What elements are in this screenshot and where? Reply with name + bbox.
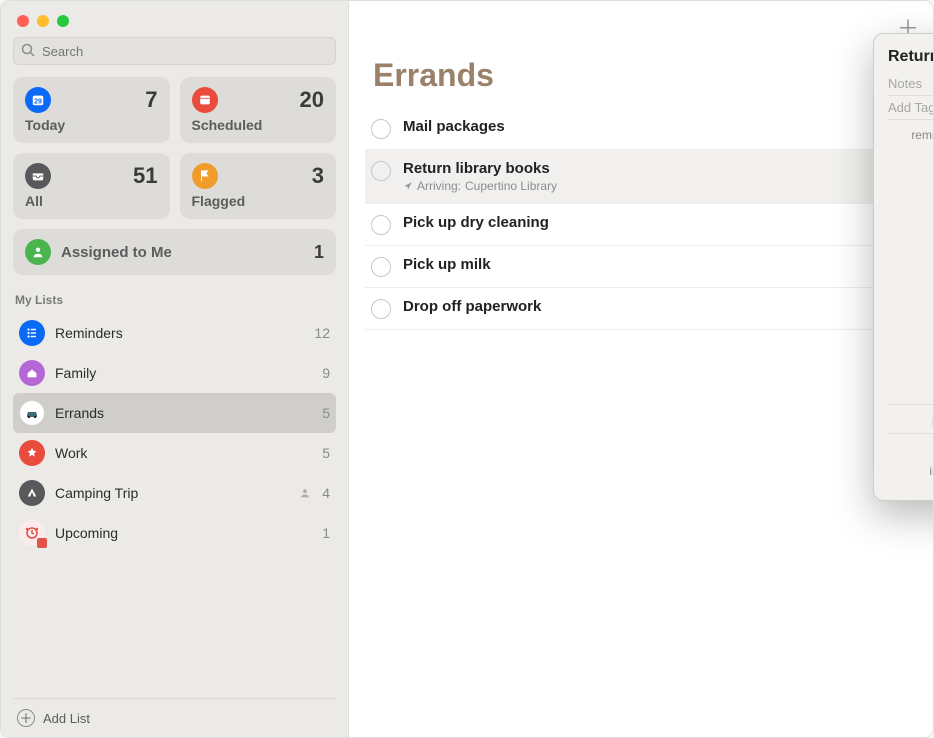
remind-me-label: remind me bbox=[888, 126, 934, 142]
list-bullet-icon bbox=[19, 320, 45, 346]
reminder-detail-popover: Return library books Notes Add Tags remi… bbox=[873, 33, 934, 501]
main-panel: ＋ Errands 5 Mail packages Return library… bbox=[349, 1, 933, 737]
search-field bbox=[13, 37, 336, 65]
notes-field[interactable]: Notes bbox=[888, 72, 934, 95]
list-name: Upcoming bbox=[55, 525, 312, 541]
card-count: 3 bbox=[312, 163, 324, 189]
inbox-icon bbox=[25, 163, 51, 189]
list-count: 12 bbox=[314, 325, 330, 341]
my-lists-header: My Lists bbox=[15, 293, 334, 307]
close-window-button[interactable] bbox=[17, 15, 29, 27]
svg-text:29: 29 bbox=[34, 99, 42, 106]
reminder-title: Return library books bbox=[403, 160, 557, 177]
list-count: 5 bbox=[322, 405, 330, 421]
popover-title[interactable]: Return library books bbox=[888, 48, 934, 66]
add-list-label: Add List bbox=[43, 711, 90, 726]
clock-icon bbox=[19, 520, 45, 546]
reminders-list: Mail packages Return library books Arriv… bbox=[349, 104, 933, 334]
add-list-button[interactable]: ＋ Add List bbox=[13, 698, 336, 737]
lists-container: Reminders 12 Family 9 Errands 5 bbox=[13, 313, 336, 553]
complete-checkbox[interactable] bbox=[371, 161, 391, 181]
card-today[interactable]: 29 7 Today bbox=[13, 77, 170, 143]
fullscreen-window-button[interactable] bbox=[57, 15, 69, 27]
tent-icon bbox=[19, 480, 45, 506]
flag-icon bbox=[192, 163, 218, 189]
list-row-work[interactable]: Work 5 bbox=[13, 433, 336, 473]
list-name: Work bbox=[55, 445, 312, 461]
card-label: All bbox=[25, 193, 158, 209]
list-name: Reminders bbox=[55, 325, 304, 341]
reminder-row[interactable]: Return library books Arriving: Cupertino… bbox=[365, 150, 917, 204]
list-name: Errands bbox=[55, 405, 312, 421]
main-toolbar: ＋ bbox=[349, 1, 933, 53]
card-count: 51 bbox=[133, 163, 157, 189]
person-icon bbox=[25, 239, 51, 265]
card-assigned[interactable]: Assigned to Me 1 bbox=[13, 229, 336, 275]
list-row-camping-trip[interactable]: Camping Trip 4 bbox=[13, 473, 336, 513]
list-row-upcoming[interactable]: Upcoming 1 bbox=[13, 513, 336, 553]
reminder-row[interactable]: Pick up milk bbox=[365, 246, 917, 288]
images-label: images bbox=[888, 462, 934, 478]
car-icon bbox=[19, 400, 45, 426]
list-title: Errands bbox=[373, 57, 494, 94]
list-name: Camping Trip bbox=[55, 485, 288, 501]
reminder-title: Pick up dry cleaning bbox=[403, 214, 549, 231]
app-window: 29 7 Today 20 Scheduled bbox=[0, 0, 934, 738]
home-icon bbox=[19, 360, 45, 386]
star-icon bbox=[19, 440, 45, 466]
card-count: 1 bbox=[314, 242, 324, 263]
title-row: Errands 5 bbox=[349, 53, 933, 104]
search-input[interactable] bbox=[13, 37, 336, 65]
reminder-row[interactable]: Pick up dry cleaning bbox=[365, 204, 917, 246]
list-count: 5 bbox=[322, 445, 330, 461]
tags-field[interactable]: Add Tags bbox=[888, 96, 934, 119]
list-row-errands[interactable]: Errands 5 bbox=[13, 393, 336, 433]
location-arrow-icon bbox=[403, 181, 413, 191]
reminder-title: Drop off paperwork bbox=[403, 298, 541, 315]
window-controls bbox=[13, 11, 336, 37]
sidebar: 29 7 Today 20 Scheduled bbox=[1, 1, 349, 737]
reminder-subtitle: Arriving: Cupertino Library bbox=[403, 179, 557, 193]
list-row-reminders[interactable]: Reminders 12 bbox=[13, 313, 336, 353]
sub-prefix: Arriving: bbox=[417, 179, 461, 193]
plus-circle-icon: ＋ bbox=[17, 709, 35, 727]
card-count: 7 bbox=[145, 87, 157, 113]
priority-label: priority bbox=[888, 411, 934, 427]
sub-value: Cupertino Library bbox=[465, 179, 557, 193]
calendar-icon bbox=[192, 87, 218, 113]
card-label: Today bbox=[25, 117, 158, 133]
reminder-row[interactable]: Mail packages bbox=[365, 108, 917, 150]
reminder-title: Pick up milk bbox=[403, 256, 491, 273]
list-name: Family bbox=[55, 365, 312, 381]
complete-checkbox[interactable] bbox=[371, 299, 391, 319]
smart-list-cards: 29 7 Today 20 Scheduled bbox=[13, 77, 336, 275]
list-count: 9 bbox=[322, 365, 330, 381]
card-flagged[interactable]: 3 Flagged bbox=[180, 153, 337, 219]
card-label: Flagged bbox=[192, 193, 325, 209]
reminder-row[interactable]: Drop off paperwork bbox=[365, 288, 917, 330]
card-count: 20 bbox=[300, 87, 324, 113]
card-label: Scheduled bbox=[192, 117, 325, 133]
search-icon bbox=[20, 42, 36, 58]
reminder-title: Mail packages bbox=[403, 118, 505, 135]
url-label: URL bbox=[888, 440, 934, 456]
list-count: 4 bbox=[322, 485, 330, 501]
complete-checkbox[interactable] bbox=[371, 257, 391, 277]
list-row-family[interactable]: Family 9 bbox=[13, 353, 336, 393]
card-scheduled[interactable]: 20 Scheduled bbox=[180, 77, 337, 143]
minimize-window-button[interactable] bbox=[37, 15, 49, 27]
today-icon: 29 bbox=[25, 87, 51, 113]
card-label: Assigned to Me bbox=[61, 244, 172, 261]
complete-checkbox[interactable] bbox=[371, 215, 391, 235]
list-count: 1 bbox=[322, 525, 330, 541]
card-all[interactable]: 51 All bbox=[13, 153, 170, 219]
shared-icon bbox=[298, 486, 312, 500]
complete-checkbox[interactable] bbox=[371, 119, 391, 139]
